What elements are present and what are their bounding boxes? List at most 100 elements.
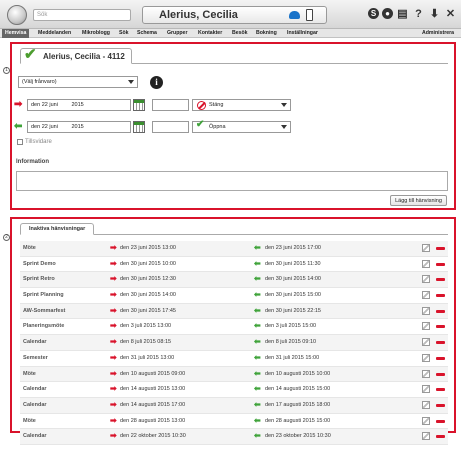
- nav-item-bokning[interactable]: Bokning: [253, 29, 280, 38]
- row-to-date: den 28 augusti 2015 15:00: [265, 417, 331, 424]
- from-date-field[interactable]: den 22 juni 2015: [27, 99, 131, 111]
- row-from-date: den 31 juli 2015 13:00: [120, 354, 175, 361]
- search-input[interactable]: Sök: [33, 9, 131, 21]
- until-further-notice-label: Tillsvidare: [25, 139, 52, 145]
- row-name: Möte: [23, 417, 36, 424]
- table-row: Calendar ➡ den 22 oktober 2015 10:30 ⬅ den 2…: [20, 429, 448, 445]
- delete-icon[interactable]: [436, 247, 445, 250]
- edit-icon[interactable]: [422, 244, 430, 252]
- edit-icon[interactable]: [422, 338, 430, 347]
- edit-icon[interactable]: [422, 259, 430, 268]
- from-time-field[interactable]: [152, 99, 189, 111]
- arrow-left-green-icon: ⬅: [254, 431, 261, 441]
- close-icon[interactable]: ✕: [444, 7, 457, 20]
- row-from-date: den 30 juni 2015 10:00: [120, 260, 176, 267]
- edit-icon[interactable]: [422, 322, 430, 331]
- row-from-date: den 23 juni 2015 13:00: [120, 245, 176, 251]
- tab-inactive-referrals[interactable]: Inaktiva hänvisningar: [20, 223, 95, 235]
- world-icon[interactable]: ●: [382, 8, 393, 19]
- arrow-right-red-icon: ➡: [110, 337, 117, 347]
- arrow-left-green-icon: ⬅: [254, 290, 261, 300]
- nav-item-grupper[interactable]: Grupper: [164, 29, 190, 38]
- row-from-date: den 30 juni 2015 14:00: [120, 292, 176, 299]
- edit-icon[interactable]: [422, 353, 430, 362]
- delete-icon[interactable]: [436, 325, 445, 329]
- nav-item-sok[interactable]: Sök: [116, 29, 132, 38]
- help-icon[interactable]: ?: [412, 7, 425, 20]
- nav-item-administrera[interactable]: Administrera: [419, 29, 457, 38]
- row-to-date: den 30 juni 2015 22:15: [265, 307, 321, 314]
- to-action-select[interactable]: ✔ Öppna: [192, 120, 291, 133]
- nav-item-besok[interactable]: Besök: [229, 29, 251, 38]
- phone-icon[interactable]: [289, 11, 300, 19]
- edit-icon[interactable]: [422, 432, 430, 441]
- nav-item-meddelanden[interactable]: Meddelanden: [35, 29, 74, 38]
- row-to-date: den 30 juni 2015 15:00: [265, 292, 321, 299]
- row-name: Calendar: [23, 401, 47, 408]
- print-icon[interactable]: ▤: [396, 7, 409, 20]
- absence-select[interactable]: (Välj frånvaro): [18, 76, 138, 88]
- row-name: Sprint Planning: [23, 292, 64, 299]
- table-row: Sprint Demo ➡ den 30 juni 2015 10:00 ⬅ den 3…: [20, 257, 448, 273]
- row-from-date: den 22 oktober 2015 10:30: [120, 433, 186, 440]
- row-to-date: den 30 juni 2015 11:30: [265, 260, 321, 267]
- delete-icon[interactable]: [436, 309, 445, 313]
- row-name: Calendar: [23, 433, 47, 440]
- delete-icon[interactable]: [436, 419, 445, 423]
- arrow-right-red-icon: ➡: [110, 258, 117, 268]
- arrow-right-red-icon: ➡: [110, 384, 117, 394]
- arrow-left-green-icon: ⬅: [254, 321, 261, 331]
- edit-icon[interactable]: [422, 385, 430, 394]
- tab-user[interactable]: ✔ Alerius, Cecilia - 4112: [20, 47, 132, 64]
- edit-icon[interactable]: [422, 306, 430, 315]
- arrow-right-red-icon: ➡: [110, 368, 117, 378]
- delete-icon[interactable]: [436, 372, 445, 376]
- info-icon[interactable]: i: [150, 76, 163, 89]
- to-date-field[interactable]: den 22 juni 2015: [27, 121, 131, 133]
- from-action-value: Stäng: [209, 102, 224, 108]
- delete-icon[interactable]: [436, 341, 445, 345]
- nav-item-kontakter[interactable]: Kontakter: [195, 29, 225, 38]
- delete-icon[interactable]: [436, 435, 445, 439]
- delete-icon[interactable]: [436, 262, 445, 266]
- edit-icon[interactable]: [422, 369, 430, 378]
- row-name: Semester: [23, 354, 48, 361]
- arrow-left-green-icon: ⬅: [254, 415, 261, 425]
- mobile-icon[interactable]: [306, 9, 313, 21]
- to-date-value: den 22 juni: [31, 124, 58, 130]
- edit-icon[interactable]: [422, 275, 430, 284]
- nav-item-schema[interactable]: Schema: [134, 29, 160, 38]
- delete-icon[interactable]: [436, 294, 445, 298]
- delete-icon[interactable]: [436, 388, 445, 392]
- from-action-select[interactable]: Stäng: [192, 99, 291, 111]
- section-marker-1: 1: [3, 67, 10, 74]
- download-icon[interactable]: ⬇: [428, 7, 441, 20]
- edit-icon[interactable]: [422, 291, 430, 300]
- nav-item-installningar[interactable]: Inställningar: [284, 29, 321, 38]
- section-marker-2: 2: [3, 234, 10, 241]
- delete-icon[interactable]: [436, 356, 445, 360]
- row-name: Calendar: [23, 339, 47, 346]
- delete-icon[interactable]: [436, 403, 445, 407]
- arrow-left-green-icon: ⬅: [14, 121, 23, 132]
- row-to-date: den 30 juni 2015 14:00: [265, 276, 321, 283]
- table-row: AW-Sommarfest ➡ den 30 juni 2015 17:45 ⬅ den…: [20, 303, 448, 320]
- globe-icon[interactable]: [7, 5, 27, 25]
- until-further-notice-checkbox[interactable]: [17, 139, 23, 145]
- row-to-date: den 8 juli 2015 09:10: [265, 339, 317, 346]
- from-date-value: den 22 juni: [31, 102, 58, 108]
- arrow-right-red-icon: ➡: [110, 274, 117, 284]
- edit-icon[interactable]: [422, 400, 430, 409]
- to-time-field[interactable]: [152, 121, 189, 133]
- information-label: Information: [16, 159, 49, 165]
- nav-item-mikroblogg[interactable]: Mikroblogg: [79, 29, 113, 38]
- calendar-icon[interactable]: [133, 99, 145, 111]
- information-textarea[interactable]: [16, 171, 448, 191]
- calendar-icon[interactable]: [133, 121, 145, 133]
- arrow-right-red-icon: ➡: [110, 243, 117, 252]
- delete-icon[interactable]: [436, 278, 445, 282]
- add-referral-button[interactable]: Lägg till hänvisning: [390, 195, 447, 206]
- circle-s-icon[interactable]: S: [368, 8, 379, 19]
- edit-icon[interactable]: [422, 416, 430, 425]
- nav-item-hemvisa[interactable]: Hemvisa: [2, 29, 30, 38]
